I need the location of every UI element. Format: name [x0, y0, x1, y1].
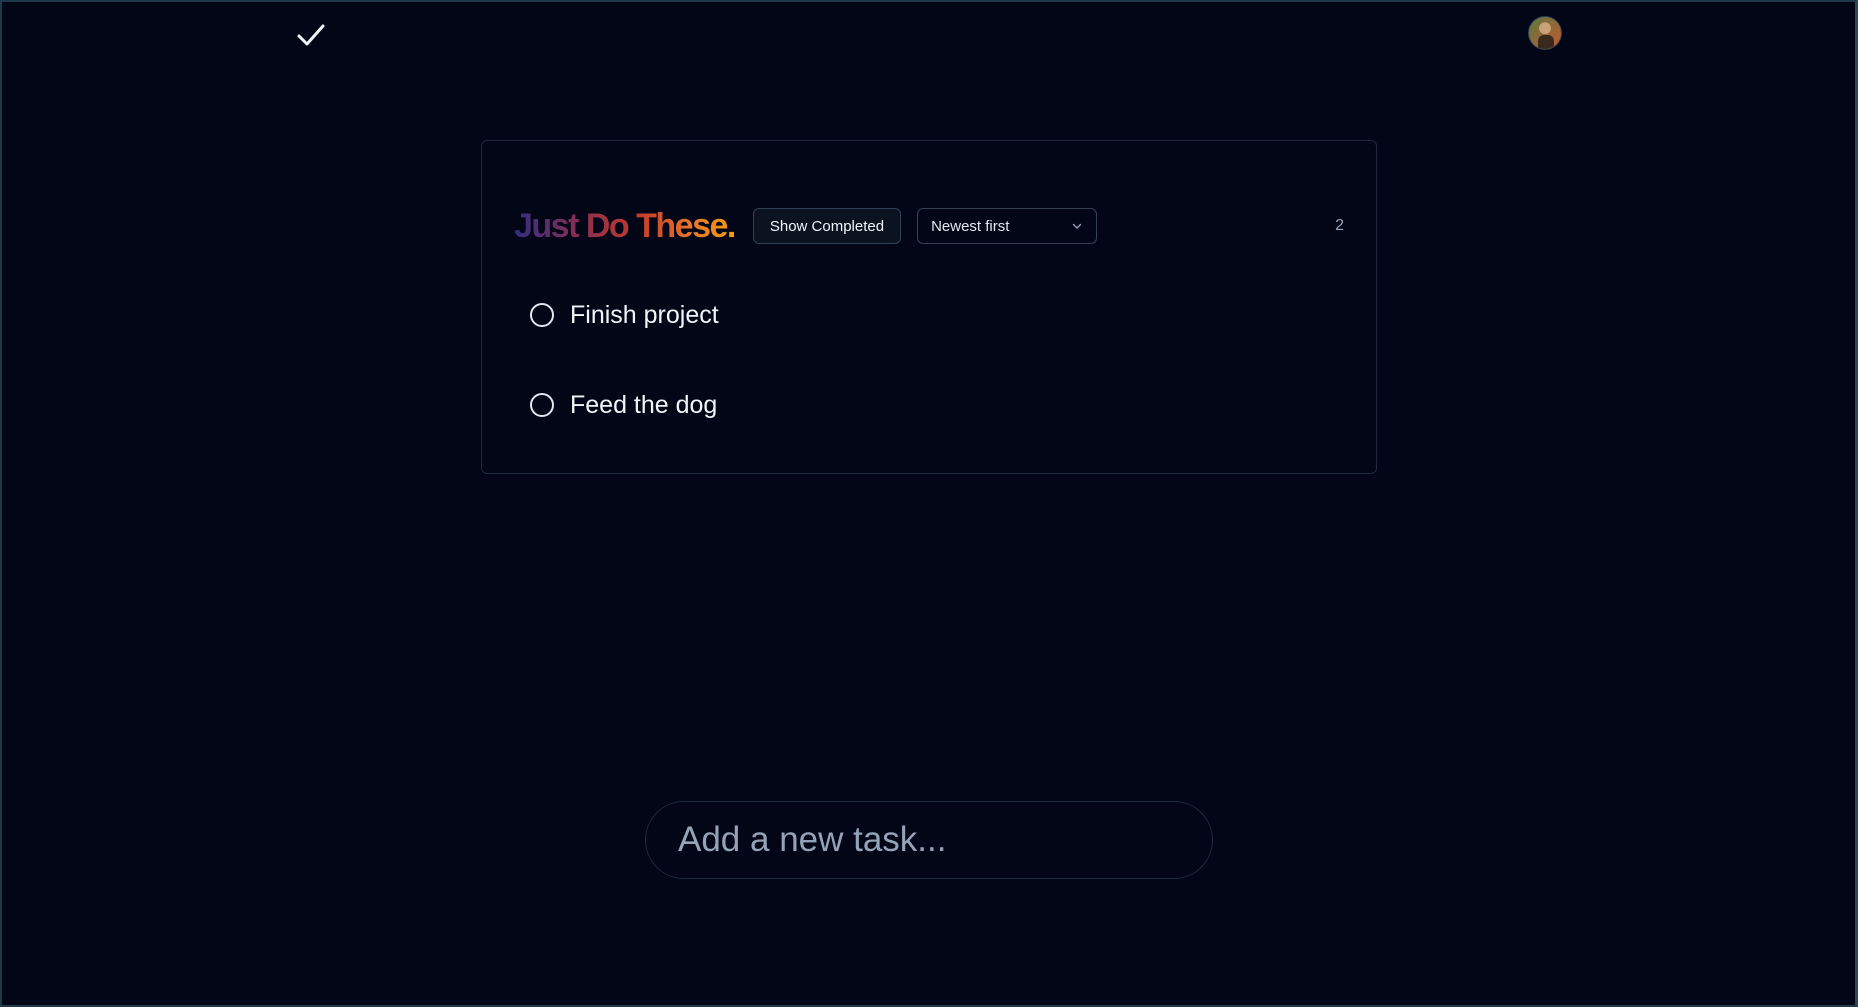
task-item[interactable]: Finish project — [530, 300, 719, 330]
task-card: Just Do These. Show Completed Newest fir… — [481, 140, 1377, 474]
checkmark-icon[interactable] — [296, 22, 326, 48]
task-item[interactable]: Feed the dog — [530, 390, 717, 420]
user-avatar[interactable] — [1528, 16, 1562, 50]
add-task-input[interactable] — [678, 820, 1212, 860]
task-label: Feed the dog — [570, 390, 718, 419]
task-label: Finish project — [570, 300, 719, 329]
circle-icon[interactable] — [530, 303, 554, 327]
sort-select-value: Newest first — [931, 217, 1010, 235]
avatar-figure — [1538, 35, 1554, 49]
show-completed-button[interactable]: Show Completed — [752, 208, 902, 244]
card-header: Just Do These. Show Completed Newest fir… — [514, 207, 1344, 245]
page-title: Just Do These. — [514, 206, 736, 245]
chevron-down-icon — [1072, 223, 1082, 229]
sort-select[interactable]: Newest first — [917, 208, 1098, 244]
add-task-field[interactable] — [645, 801, 1213, 879]
circle-icon[interactable] — [530, 393, 554, 417]
app-frame: Just Do These. Show Completed Newest fir… — [0, 0, 1858, 1007]
task-count: 2 — [1335, 217, 1344, 234]
